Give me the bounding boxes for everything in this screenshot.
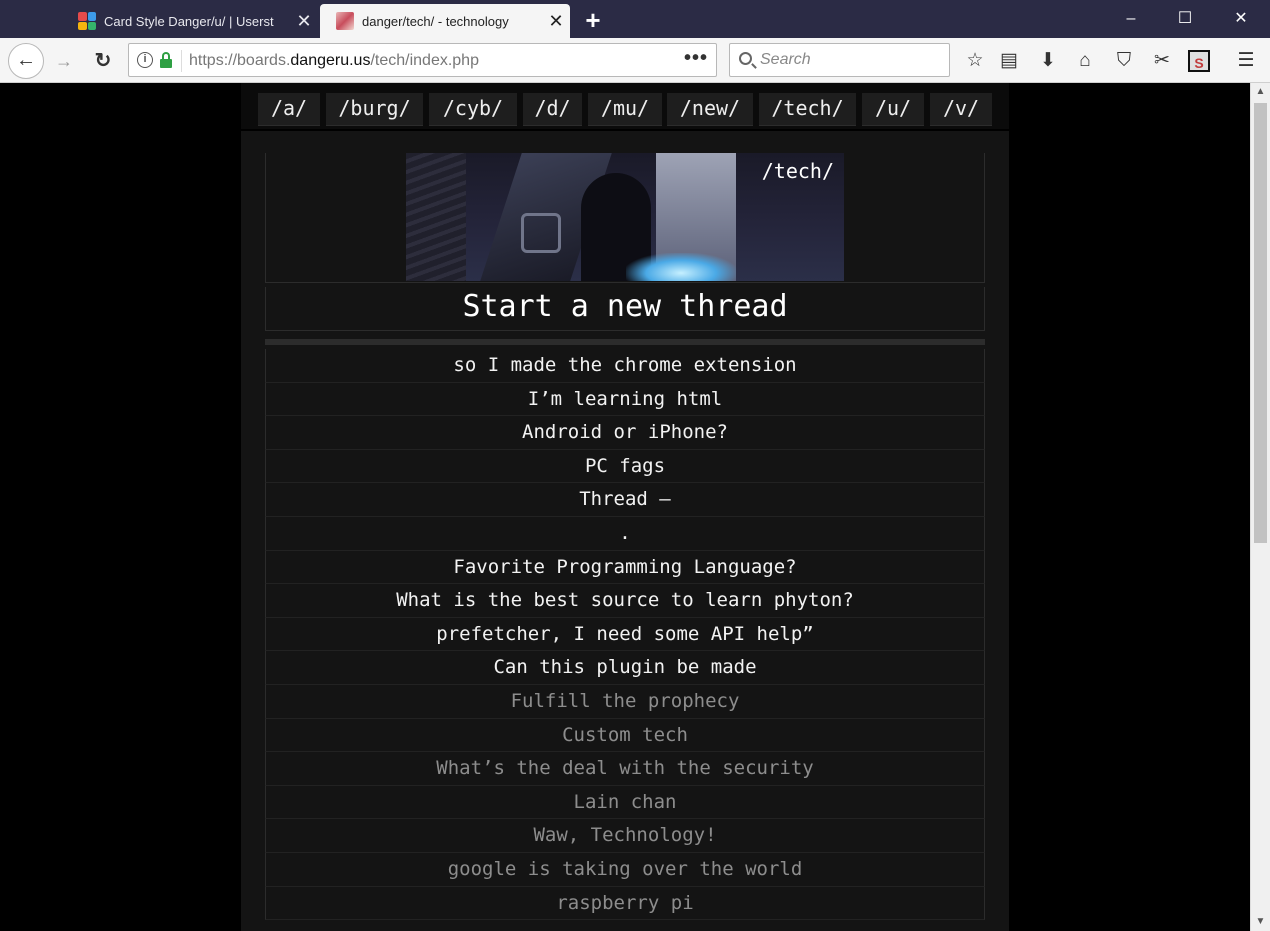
board-banner-image[interactable]: /tech/ [406,153,844,281]
banner-board-label: /tech/ [761,159,834,183]
board-link-a[interactable]: /a/ [258,93,320,126]
home-icon[interactable]: ⌂ [1072,47,1098,75]
board-link-cyb[interactable]: /cyb/ [429,93,517,126]
close-tab-icon[interactable]: ✕ [542,11,570,32]
forward-button[interactable]: → [52,47,76,75]
close-window-button[interactable]: ✕ [1214,0,1268,38]
board-panel: /tech/ Start a new thread so I made the … [241,131,1009,931]
minimize-button[interactable]: – [1104,0,1158,38]
thread-link[interactable]: . [265,516,985,551]
start-new-thread-link[interactable]: Start a new thread [265,287,985,331]
thread-link[interactable]: Waw, Technology! [265,819,985,853]
board-navigation: /a//burg//cyb//d//mu//new//tech//u//v/ [241,83,1009,129]
board-link-new[interactable]: /new/ [667,93,753,126]
banner-frame: /tech/ [265,153,985,283]
board-link-tech[interactable]: /tech/ [759,93,856,126]
tab-danger-tech[interactable]: danger/tech/ - technology ✕ [320,4,570,38]
pocket-icon[interactable]: ⛉ [1111,47,1137,75]
back-button[interactable]: ← [8,43,44,79]
thread-link[interactable]: What’s the deal with the security [265,752,985,786]
thread-link[interactable]: Thread – [265,483,985,517]
reading-list-icon[interactable]: ▤ [996,47,1022,75]
url-path: /tech/index.php [370,52,479,69]
thread-link[interactable]: Fulfill the prophecy [265,684,985,719]
info-icon[interactable]: i [137,52,153,68]
board-link-v[interactable]: /v/ [930,93,992,126]
thread-link[interactable]: Can this plugin be made [265,651,985,685]
thread-link[interactable]: so I made the chrome extension [265,349,985,383]
screenshot-scissors-icon[interactable]: ✂ [1149,47,1175,75]
thread-link[interactable]: I’m learning html [265,382,985,417]
vertical-scrollbar[interactable]: ▲ ▼ [1250,83,1270,931]
thread-link[interactable]: prefetcher, I need some API help” [265,617,985,652]
thread-link[interactable]: Custom tech [265,718,985,753]
page-actions-icon[interactable]: ••• [684,47,708,70]
thread-link[interactable]: PC fags [265,449,985,484]
userstyles-favicon-icon [78,12,96,30]
thread-list: so I made the chrome extension I’m learni… [265,349,985,921]
url-prefix: https://boards. [189,52,291,69]
danger-favicon-icon [336,12,354,30]
scroll-down-icon[interactable]: ▼ [1251,913,1270,931]
url-bar[interactable]: i https://boards.dangeru.us/tech/index.p… [128,43,717,77]
tab-title: Card Style Danger/u/ | Userst [104,13,274,29]
close-tab-icon[interactable]: ✕ [290,11,318,32]
board-link-d[interactable]: /d/ [523,93,582,126]
scroll-thumb[interactable] [1254,103,1267,543]
url-domain: dangeru.us [290,52,371,69]
divider [265,339,985,345]
search-icon [739,52,752,65]
browser-titlebar: Card Style Danger/u/ | Userst ✕ danger/t… [0,0,1270,38]
stylish-extension-icon[interactable]: S [1188,50,1210,72]
scroll-up-icon[interactable]: ▲ [1251,83,1270,101]
url-text[interactable]: https://boards.dangeru.us/tech/index.php [189,52,479,70]
bookmark-star-icon[interactable]: ☆ [962,47,988,75]
thread-link[interactable]: raspberry pi [265,886,985,921]
maximize-button[interactable]: ☐ [1158,0,1212,38]
url-separator [181,50,182,72]
secure-lock-icon[interactable] [159,52,173,68]
thread-link[interactable]: What is the best source to learn phyton? [265,584,985,618]
search-box[interactable] [729,43,950,77]
navigation-toolbar: ← → ↻ i https://boards.dangeru.us/tech/i… [0,38,1270,83]
thread-link[interactable]: Lain chan [265,785,985,820]
download-icon[interactable]: ⬇ [1035,47,1061,75]
new-tab-button[interactable]: + [578,4,608,36]
thread-link[interactable]: google is taking over the world [265,852,985,887]
tab-title: danger/tech/ - technology [362,13,509,29]
menu-icon[interactable]: ☰ [1233,47,1259,75]
page-viewport: /a//burg//cyb//d//mu//new//tech//u//v/ /… [0,83,1250,931]
board-link-u[interactable]: /u/ [862,93,924,126]
reload-button[interactable]: ↻ [90,47,116,75]
search-input[interactable] [760,50,940,70]
board-link-mu[interactable]: /mu/ [588,93,662,126]
thread-link[interactable]: Favorite Programming Language? [265,550,985,585]
tab-card-style[interactable]: Card Style Danger/u/ | Userst ✕ [62,4,318,38]
thread-link[interactable]: Android or iPhone? [265,416,985,450]
board-link-burg[interactable]: /burg/ [326,93,423,126]
